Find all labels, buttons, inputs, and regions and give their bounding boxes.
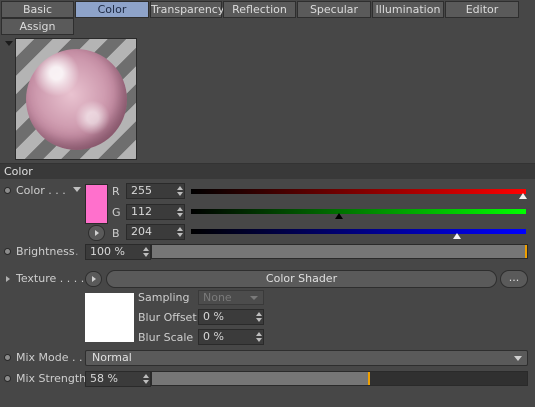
blue-gradient-slider[interactable]: [191, 229, 526, 234]
tab-bar: Basic Color Transparency Reflection Spec…: [0, 0, 535, 36]
color-shader-button[interactable]: Color Shader: [106, 270, 497, 288]
mix-mode-value: Normal: [92, 351, 132, 364]
tab-editor[interactable]: Editor: [445, 1, 519, 18]
mix-strength-slider-handle[interactable]: [368, 372, 370, 385]
color-dropdown-icon[interactable]: [73, 187, 81, 192]
red-value: 255: [131, 184, 152, 197]
channel-r-label: R: [112, 185, 120, 198]
brightness-field[interactable]: 100 %: [85, 244, 151, 260]
sampling-label: Sampling: [138, 291, 190, 304]
color-label: Color . . .: [16, 184, 66, 197]
red-value-field[interactable]: 255: [126, 183, 185, 199]
mix-strength-field[interactable]: 58 %: [85, 371, 151, 387]
brightness-value: 100 %: [90, 245, 125, 258]
brightness-slider-handle[interactable]: [525, 245, 527, 258]
brightness-slider[interactable]: [151, 244, 528, 259]
blur-scale-value: 0 %: [203, 330, 224, 343]
animate-dot-icon[interactable]: [4, 354, 11, 361]
green-value-field[interactable]: 112: [126, 204, 185, 220]
channel-b-label: B: [112, 227, 120, 240]
tab-transparency[interactable]: Transparency: [150, 1, 224, 18]
blue-slider-knob[interactable]: [453, 233, 461, 239]
color-options-button[interactable]: [88, 225, 105, 241]
collapse-arrow-icon[interactable]: [5, 41, 13, 46]
tab-assign[interactable]: Assign: [1, 18, 74, 35]
green-value: 112: [131, 205, 152, 218]
red-slider-knob[interactable]: [519, 193, 527, 199]
blur-scale-label: Blur Scale: [138, 331, 194, 344]
texture-label: Texture . . . . .: [16, 272, 92, 285]
texture-more-button[interactable]: ...: [500, 270, 528, 288]
material-preview[interactable]: [15, 38, 137, 160]
mix-strength-slider[interactable]: [151, 371, 528, 386]
blur-offset-label: Blur Offset: [138, 311, 197, 324]
green-gradient-slider[interactable]: [191, 209, 526, 214]
spinner-icon[interactable]: [177, 186, 183, 196]
spinner-icon[interactable]: [177, 207, 183, 217]
texture-expand-icon[interactable]: [6, 276, 10, 282]
spinner-icon[interactable]: [143, 247, 149, 257]
channel-g-label: G: [112, 206, 121, 219]
sampling-value: None: [203, 291, 232, 304]
sampling-select: None: [198, 290, 264, 305]
blur-scale-field[interactable]: 0 %: [198, 329, 264, 345]
red-gradient-slider[interactable]: [191, 189, 526, 194]
animate-dot-icon[interactable]: [4, 375, 11, 382]
tab-specular[interactable]: Specular: [297, 1, 371, 18]
chevron-down-icon: [514, 356, 522, 361]
green-slider-knob[interactable]: [335, 213, 343, 219]
blue-value: 204: [131, 225, 152, 238]
blur-offset-value: 0 %: [203, 310, 224, 323]
spinner-icon[interactable]: [256, 312, 262, 322]
brightness-slider-fill: [152, 245, 527, 258]
tab-color[interactable]: Color: [75, 1, 149, 18]
tab-basic[interactable]: Basic: [1, 1, 74, 18]
mix-mode-label: Mix Mode . .: [16, 351, 83, 364]
tab-illumination[interactable]: Illumination: [372, 1, 444, 18]
color-swatch[interactable]: [85, 184, 108, 224]
texture-preview: [85, 293, 134, 342]
label-dots: . .: [68, 245, 79, 258]
spinner-icon[interactable]: [256, 332, 262, 342]
mix-mode-select[interactable]: Normal: [85, 350, 528, 366]
blue-value-field[interactable]: 204: [126, 224, 185, 240]
section-header: Color: [0, 163, 535, 179]
blur-offset-field[interactable]: 0 %: [198, 309, 264, 325]
animate-dot-icon[interactable]: [4, 248, 11, 255]
spinner-icon[interactable]: [143, 374, 149, 384]
mix-strength-value: 58 %: [90, 372, 118, 385]
mix-strength-label: Mix Strength: [16, 372, 87, 385]
spinner-icon[interactable]: [177, 227, 183, 237]
animate-dot-icon[interactable]: [4, 187, 11, 194]
preview-sphere: [26, 49, 127, 150]
chevron-down-icon: [250, 296, 258, 300]
mix-strength-slider-fill: [152, 372, 369, 385]
tab-reflection[interactable]: Reflection: [223, 1, 296, 18]
brightness-label: Brightness: [16, 245, 75, 258]
texture-options-button[interactable]: [85, 271, 102, 287]
